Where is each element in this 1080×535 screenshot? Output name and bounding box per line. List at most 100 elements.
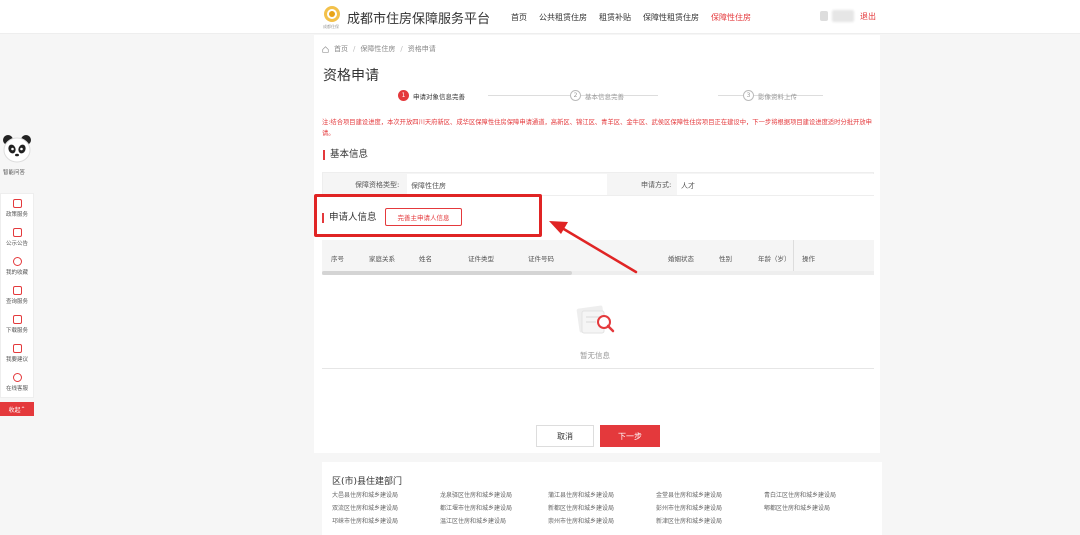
- footer-title: 区(市)县住建部门: [332, 477, 403, 487]
- step-2-label: 基本信息完善: [585, 92, 624, 101]
- column-header: 姓名: [419, 255, 432, 263]
- basic-info-row: 保障资格类型: 保障性住房 申请方式: 人才: [322, 172, 874, 196]
- user-area: 退出: [820, 10, 876, 22]
- sidebar-item-label: 政策服务: [5, 212, 28, 218]
- column-divider: [793, 240, 794, 273]
- column-header: 序号: [331, 255, 344, 263]
- footer-link[interactable]: 青白江区住房和城乡建设局: [764, 490, 872, 499]
- step-1-number: 1: [398, 90, 409, 101]
- column-header: 证件类型: [468, 255, 494, 263]
- notice-text: 注:结合项目建设进度，本次开放四川天府新区、成华区保障性住房保障申请通道，高新区…: [322, 119, 872, 137]
- step-3: 3 影像资料上传: [743, 90, 797, 101]
- column-header: 家庭关系: [369, 255, 395, 263]
- sidebar-item-label: 在线客服: [5, 386, 28, 392]
- nav-item-affordable-housing[interactable]: 保障性住房: [711, 12, 751, 23]
- search-doc-icon: [12, 286, 22, 295]
- footer-link[interactable]: 大邑县住房和城乡建设局: [332, 490, 440, 499]
- cancel-button[interactable]: 取消: [536, 425, 594, 447]
- floating-sidebar: 智能问答 政策服务 公示公告 我的收藏 查询服务 下载服务 我要建议 在线客服: [0, 133, 34, 423]
- breadcrumb-level1[interactable]: 保障性住房: [360, 44, 395, 54]
- applicant-table-header: 序号 家庭关系 姓名 证件类型 证件号码 婚姻状态 性别 年龄（岁） 操作: [322, 240, 874, 273]
- footer-link[interactable]: 蒲江县住房和城乡建设局: [548, 490, 656, 499]
- sidebar-menu: 政策服务 公示公告 我的收藏 查询服务 下载服务 我要建议 在线客服: [0, 193, 34, 398]
- nav-item-rent-subsidy[interactable]: 租赁补贴: [599, 12, 631, 23]
- basic-info-title: 基本信息: [323, 150, 368, 160]
- sidebar-item-policy[interactable]: 政策服务: [1, 194, 33, 223]
- next-step-button[interactable]: 下一步: [600, 425, 660, 447]
- breadcrumb: 首页 / 保障性住房 / 资格申请: [322, 44, 436, 54]
- home-icon: [322, 45, 329, 53]
- apply-method-value: 人才: [681, 182, 695, 190]
- empty-state-text: 暂无信息: [580, 351, 610, 360]
- site-title: 成都市住房保障服务平台: [347, 12, 491, 27]
- chevron-up-icon: ⌃: [20, 405, 26, 413]
- footer-link[interactable]: 新津区住房和城乡建设局: [656, 516, 764, 525]
- column-header: 年龄（岁）: [758, 255, 791, 263]
- user-name-blurred: [832, 10, 854, 22]
- sidebar-item-query[interactable]: 查询服务: [1, 281, 33, 310]
- nav-item-public-rental[interactable]: 公共租赁住房: [539, 12, 587, 23]
- logout-link[interactable]: 退出: [860, 11, 876, 22]
- breadcrumb-current: 资格申请: [407, 45, 436, 53]
- breadcrumb-home[interactable]: 首页: [334, 44, 348, 54]
- sidebar-collapse-button[interactable]: 收起 ⌃: [0, 402, 34, 416]
- mail-icon: [12, 344, 22, 353]
- step-indicator: 1 申请对象信息完善 2 基本信息完善 3 影像资料上传: [398, 90, 823, 104]
- housing-type-field: 保障性住房: [407, 174, 607, 195]
- footer-link[interactable]: 崇州市住房和城乡建设局: [548, 516, 656, 525]
- step-2: 2 基本信息完善: [570, 90, 624, 101]
- main-content: 首页 / 保障性住房 / 资格申请 资格申请 1 申请对象信息完善 2 基本信息…: [314, 35, 880, 453]
- empty-search-icon: [576, 305, 615, 334]
- nav-item-home[interactable]: 首页: [511, 12, 527, 23]
- user-avatar[interactable]: [820, 11, 828, 21]
- table-horizontal-scrollbar[interactable]: [322, 271, 874, 275]
- column-header: 婚姻状态: [668, 255, 694, 263]
- sidebar-item-favorites[interactable]: 我的收藏: [1, 252, 33, 281]
- table-bottom-border: [322, 368, 874, 369]
- footer-link[interactable]: 新都区住房和城乡建设局: [548, 503, 656, 512]
- footer-link[interactable]: 温江区住房和城乡建设局: [440, 516, 548, 525]
- column-header: 证件号码: [528, 255, 554, 263]
- breadcrumb-separator: /: [353, 45, 356, 53]
- site-logo-icon[interactable]: [322, 5, 342, 25]
- footer-link[interactable]: 都江堰市住房和城乡建设局: [440, 503, 548, 512]
- footer-link[interactable]: 彭州市住房和城乡建设局: [656, 503, 764, 512]
- footer-links-grid: 大邑县住房和城乡建设局 龙泉驿区住房和城乡建设局 蒲江县住房和城乡建设局 金堂县…: [332, 490, 872, 525]
- column-header: 性别: [719, 255, 732, 263]
- main-nav: 首页 公共租赁住房 租赁补贴 保障性租赁住房 保障性住房: [511, 12, 763, 23]
- document-icon: [12, 199, 22, 208]
- sidebar-item-label: 我要建议: [5, 357, 28, 363]
- housing-type-value: 保障性住房: [411, 182, 446, 190]
- footer-link[interactable]: 金堂县住房和城乡建设局: [656, 490, 764, 499]
- footer-link[interactable]: 龙泉驿区住房和城乡建设局: [440, 490, 548, 499]
- headset-icon: [12, 373, 22, 382]
- footer-link[interactable]: 郫都区住房和城乡建设局: [764, 503, 872, 512]
- apply-method-field: 人才: [677, 174, 874, 195]
- nav-item-affordable-rental[interactable]: 保障性租赁住房: [643, 12, 699, 23]
- logo-text: 成都住保: [323, 24, 339, 29]
- step-2-number: 2: [570, 90, 581, 101]
- download-icon: [12, 315, 22, 324]
- step-3-number: 3: [743, 90, 754, 101]
- sidebar-item-label: 查询服务: [5, 299, 28, 305]
- collapse-label: 收起: [8, 406, 21, 414]
- sidebar-item-online-service[interactable]: 在线客服: [1, 368, 33, 397]
- annotation-highlight-box: [314, 194, 542, 237]
- top-header: 成都住保 成都市住房保障服务平台 首页 公共租赁住房 租赁补贴 保障性租赁住房 …: [0, 0, 1080, 34]
- sidebar-item-label: 下载服务: [5, 328, 28, 334]
- step-1: 1 申请对象信息完善: [398, 90, 465, 101]
- star-icon: [12, 257, 22, 266]
- footer-link[interactable]: 双流区住房和城乡建设局: [332, 503, 440, 512]
- sidebar-item-download[interactable]: 下载服务: [1, 310, 33, 339]
- sidebar-item-announcement[interactable]: 公示公告: [1, 223, 33, 252]
- step-1-label: 申请对象信息完善: [413, 92, 465, 101]
- panda-assistant-icon[interactable]: [1, 133, 33, 165]
- sidebar-item-label: 公示公告: [5, 241, 28, 247]
- footer-link[interactable]: 邛崃市住房和城乡建设局: [332, 516, 440, 525]
- assistant-label: 智能问答: [3, 170, 26, 176]
- scrollbar-thumb[interactable]: [322, 271, 572, 275]
- sidebar-item-suggestion[interactable]: 我要建议: [1, 339, 33, 368]
- step-3-label: 影像资料上传: [758, 92, 797, 101]
- briefcase-icon: [12, 228, 22, 237]
- column-header: 操作: [802, 255, 815, 263]
